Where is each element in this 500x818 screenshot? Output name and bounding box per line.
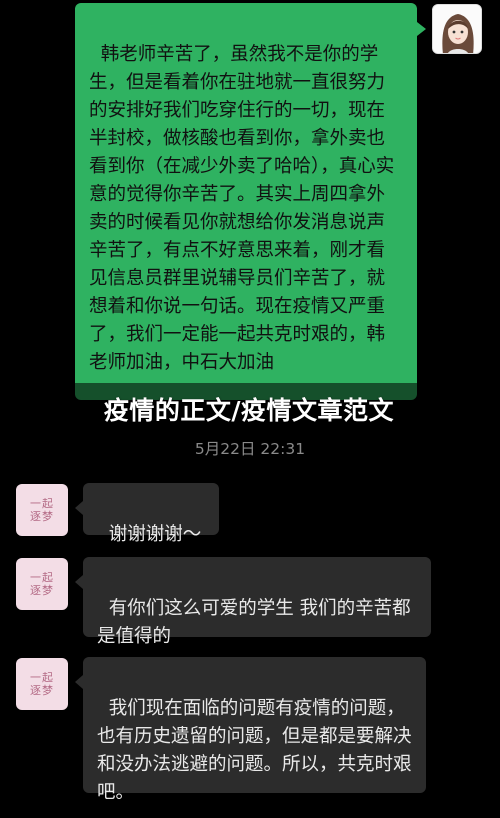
my-message-text: 韩老师辛苦了，虽然我不是你的学生，但是看着你在驻地就一直很努力的安排好我们吃穿住… [89, 44, 395, 373]
article-title: 疫情的正文/疫情文章范文 [103, 396, 395, 425]
my-bubble-tail [417, 22, 426, 36]
title-banner: 疫情的正文/疫情文章范文 [54, 383, 444, 435]
reply-bubble[interactable]: 有你们这么可爱的学生 我们的辛苦都是值得的 [75, 557, 431, 647]
chat-timestamp: 5月22日 22:31 [194, 440, 306, 458]
contact-avatar[interactable]: 一起 逐梦 [16, 558, 68, 610]
contact-avatar[interactable]: 一起 逐梦 [16, 484, 68, 536]
reply-text: 有你们这么可爱的学生 我们的辛苦都是值得的 [97, 598, 411, 647]
my-message-bubble[interactable]: 韩老师辛苦了，虽然我不是你的学生，但是看着你在驻地就一直很努力的安排好我们吃穿住… [75, 3, 417, 400]
reply-text: 我们现在面临的问题有疫情的问题，也有历史遗留的问题，但是都是要解决和没办法逃避的… [97, 698, 412, 803]
girl-avatar-icon [433, 5, 481, 53]
reply-bubble[interactable]: 我们现在面临的问题有疫情的问题，也有历史遗留的问题，但是都是要解决和没办法逃避的… [75, 657, 426, 803]
seal-logo-icon: 一起 逐梦 [30, 671, 54, 697]
my-avatar[interactable] [432, 4, 482, 54]
reply-text: 谢谢谢谢～ [108, 524, 202, 545]
seal-logo-icon: 一起 逐梦 [30, 497, 54, 523]
seal-logo-icon: 一起 逐梦 [30, 571, 54, 597]
contact-avatar[interactable]: 一起 逐梦 [16, 658, 68, 710]
reply-bubble[interactable]: 谢谢谢谢～ [75, 483, 219, 545]
